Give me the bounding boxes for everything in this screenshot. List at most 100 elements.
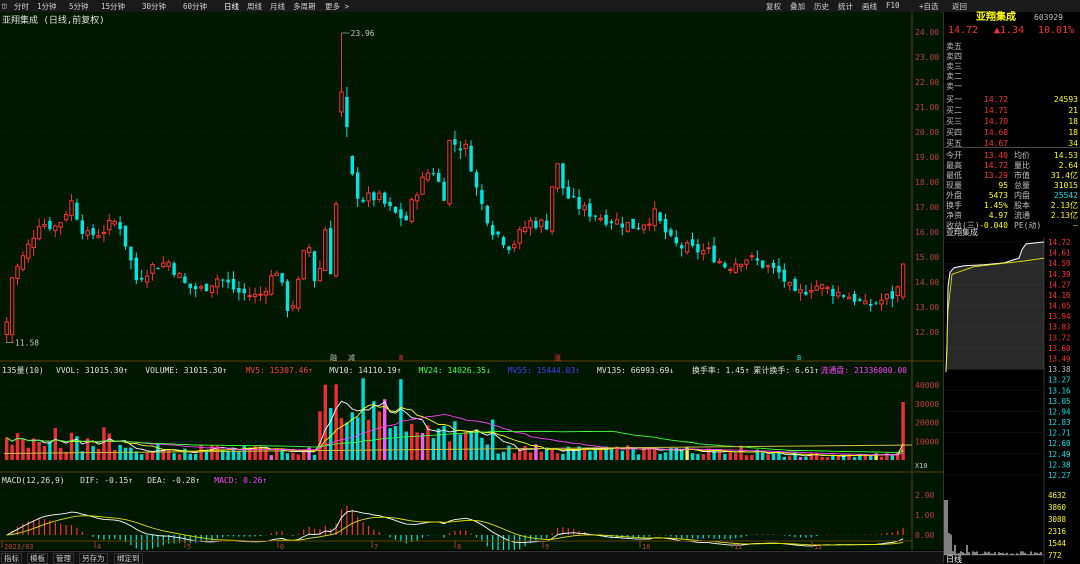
mini-vol-label: 4632 xyxy=(1048,491,1066,500)
period-tab-3[interactable]: 15分钟 xyxy=(101,1,125,12)
buy-level-4-cell-1: 14.68 xyxy=(984,128,1009,137)
buy-level-1-cell-1: 14.72 xyxy=(984,95,1009,104)
price-row: 14.72 ▲1.34 10.01% xyxy=(946,25,1078,39)
tool-button-6[interactable]: +自选 xyxy=(919,1,939,12)
indicator-button-2[interactable]: 管理 xyxy=(53,553,74,564)
kline-chart-svg[interactable]: 24.00 23.00 22.00 21.00 20.00 19.00 18.00 17.00… xyxy=(0,12,943,550)
month-label: 8 xyxy=(457,543,461,550)
period-tab-5[interactable]: 60分钟 xyxy=(183,1,207,12)
volume-bar xyxy=(890,455,894,460)
volume-bar xyxy=(248,448,252,460)
volume-bar xyxy=(361,378,365,460)
volume-bar xyxy=(226,450,230,460)
stat-cell-7-3: — xyxy=(1073,221,1078,230)
indicator-button-3[interactable]: 另存为 xyxy=(79,553,108,564)
volume-bar xyxy=(761,452,765,460)
volume-bar xyxy=(680,449,684,460)
layout-icon[interactable]: ◫ xyxy=(2,1,7,10)
candle-body xyxy=(329,228,333,275)
volume-bar xyxy=(723,453,727,460)
candle-body xyxy=(356,172,360,199)
candle-body xyxy=(658,212,662,221)
mini-price-label: 14.27 xyxy=(1048,280,1071,289)
last-price: 14.72 xyxy=(948,25,979,36)
period-tab-9[interactable]: 多周期 xyxy=(293,1,316,12)
candle-body xyxy=(183,276,187,283)
candle-body xyxy=(765,265,771,268)
stat-cell-7-1: -0.040 xyxy=(979,221,1008,230)
volume-bar xyxy=(32,438,36,460)
intraday-mini-chart[interactable]: 14.72 14.6114.50 14.3914.27 14.16 14.0513.94… xyxy=(944,237,1080,563)
candle-body xyxy=(787,282,792,286)
period-tab-0[interactable]: 分时 xyxy=(14,1,29,12)
period-tab-6[interactable]: 日线 xyxy=(224,1,239,12)
candle-body xyxy=(431,172,435,175)
price-tick-label: 21.00 xyxy=(915,103,939,112)
volume-bar xyxy=(366,419,371,460)
volume-bar xyxy=(383,399,387,460)
period-tab-10[interactable]: 更多 > xyxy=(325,1,349,12)
candle-body xyxy=(663,219,668,233)
volume-tick-label: 20000 xyxy=(915,419,939,428)
period-tab-7[interactable]: 周线 xyxy=(247,1,262,12)
tool-button-1[interactable]: 叠加 xyxy=(790,1,805,12)
tool-button-7[interactable]: 返回 xyxy=(952,1,967,12)
buy-level-4-cell-2: 18 xyxy=(1068,128,1078,137)
tool-button-0[interactable]: 复权 xyxy=(766,1,781,12)
volume-bar xyxy=(663,452,668,460)
volume-bar xyxy=(356,417,360,460)
candle-body xyxy=(252,293,258,297)
tool-button-4[interactable]: 画线 xyxy=(862,1,877,12)
candle-body xyxy=(641,224,647,230)
volume-bar xyxy=(512,453,516,460)
volume-bar xyxy=(701,454,705,460)
indicator-button-4[interactable]: 绑定到 xyxy=(114,553,143,564)
tool-button-3[interactable]: 统计 xyxy=(838,1,853,12)
candle-body xyxy=(75,202,79,220)
mini-price-label: 14.05 xyxy=(1048,302,1071,311)
volume-bar xyxy=(766,454,770,460)
candle-body xyxy=(231,278,236,290)
candle-body xyxy=(458,148,462,151)
mini-tab-daily[interactable]: 日线 xyxy=(946,554,962,563)
mini-vol-label: 772 xyxy=(1048,551,1062,560)
volume-bar xyxy=(496,453,500,460)
volume-bar xyxy=(388,428,392,460)
period-tab-2[interactable]: 5分钟 xyxy=(69,1,89,12)
price-tick-label: 12.00 xyxy=(915,328,939,337)
kline-chart-area[interactable]: 24.00 23.00 22.00 21.00 20.00 19.00 18.00 17.00… xyxy=(0,12,943,550)
price-tick-label: 20.00 xyxy=(915,128,939,137)
volume-bar xyxy=(37,441,41,460)
volume-bar xyxy=(771,453,776,460)
volume-header: 135量(10) VVOL: 31015.30↑ VOLUME: 31015.30↑… xyxy=(2,365,907,375)
volume-bar xyxy=(744,455,749,460)
period-tab-8[interactable]: 月线 xyxy=(270,1,285,12)
period-tab-1[interactable]: 1分钟 xyxy=(37,1,57,12)
buy-level-1: 买一 14.72 24593 xyxy=(946,94,1078,105)
candle-body xyxy=(614,219,620,225)
volume-bar xyxy=(323,384,327,460)
candle-body xyxy=(247,295,252,298)
volume-stat-1: VOLUME: 31015.30↑ xyxy=(145,366,227,375)
mini-price-label: 13.16 xyxy=(1048,386,1071,395)
candle-body xyxy=(290,305,296,309)
indicator-button-0[interactable]: 指标 xyxy=(1,553,22,564)
volume-bar xyxy=(707,448,711,460)
mini-price-label: 12.27 xyxy=(1048,471,1071,480)
macd-axis: 2.00 1.00 0.00 xyxy=(0,491,934,540)
candle-body xyxy=(42,224,47,227)
volume-stat-6: MV135: 66993.69↓ xyxy=(597,366,674,375)
price-change: ▲1.34 xyxy=(994,25,1025,36)
candle-body xyxy=(198,286,204,289)
candle-body xyxy=(263,291,269,296)
volume-bar xyxy=(885,452,889,460)
indicator-button-1[interactable]: 模板 xyxy=(27,553,48,564)
tool-button-2[interactable]: 历史 xyxy=(814,1,829,12)
candle-body xyxy=(36,226,42,240)
tool-button-5[interactable]: F10 xyxy=(886,1,900,10)
period-tab-4[interactable]: 30分钟 xyxy=(142,1,166,12)
stat-cell-7-2: PE(动) xyxy=(1014,221,1042,230)
volume-stat-4: MV24: 14026.35↓ xyxy=(419,366,491,375)
candle-body xyxy=(285,281,290,311)
mini-price-label: 12.49 xyxy=(1048,450,1071,459)
